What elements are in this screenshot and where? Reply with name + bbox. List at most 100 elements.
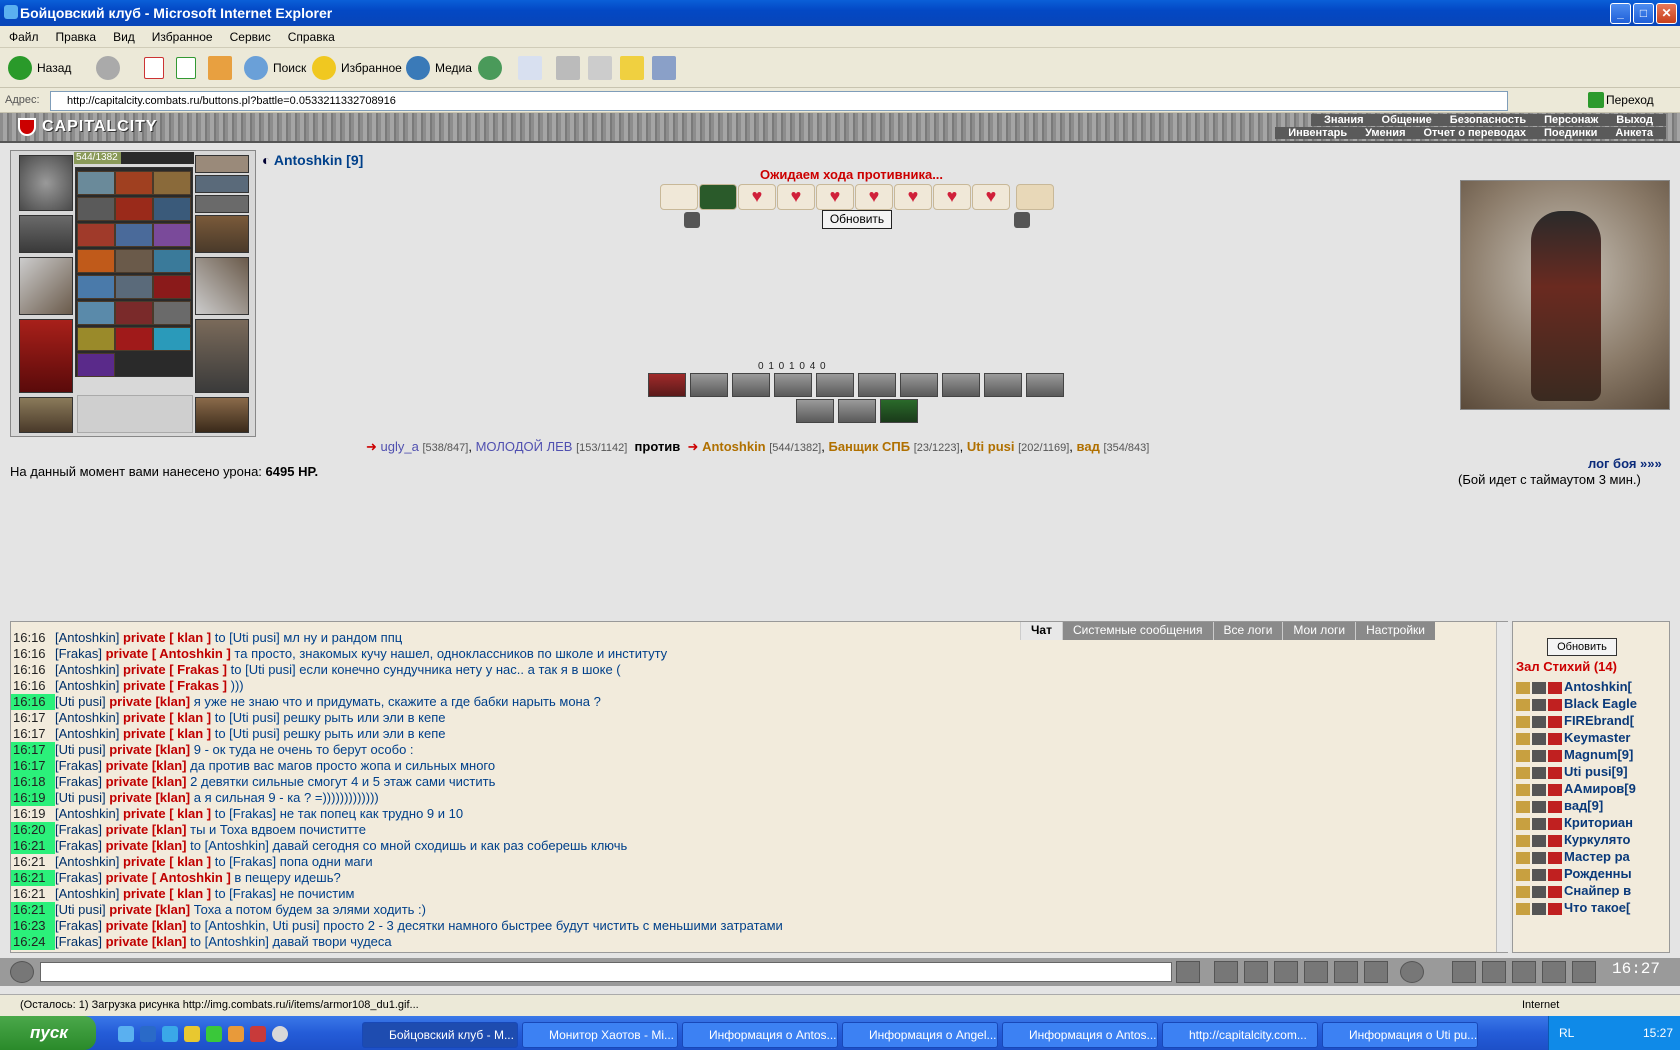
ability-button[interactable] xyxy=(858,373,896,397)
user-row[interactable]: Криториан xyxy=(1516,815,1633,833)
chat-nick[interactable]: [Frakas] xyxy=(55,774,102,789)
fighter-name[interactable]: МОЛОДОЙ ЛЕВ xyxy=(476,439,573,454)
task-button[interactable]: Информация о Antos... xyxy=(1002,1022,1158,1048)
bracers-slot[interactable] xyxy=(19,215,73,253)
spell-slot[interactable] xyxy=(153,249,191,273)
edit-icon[interactable] xyxy=(1334,961,1358,983)
ability-button[interactable] xyxy=(690,373,728,397)
ie-quicklaunch-icon[interactable] xyxy=(118,1026,134,1042)
user-row[interactable]: Magnum[9] xyxy=(1516,747,1633,765)
spell-slot[interactable] xyxy=(153,171,191,195)
chat-scrollbar[interactable] xyxy=(1496,622,1510,952)
user-row[interactable]: Куркулято xyxy=(1516,832,1630,850)
heart-scroll-slot[interactable]: ♥ xyxy=(933,184,971,210)
chat-nick[interactable]: [Antoshkin] xyxy=(55,886,119,901)
spell-slot[interactable] xyxy=(115,197,153,221)
spell-slot[interactable] xyxy=(115,171,153,195)
chat-private-tag[interactable]: private [klan] xyxy=(106,758,187,773)
chat-private-tag[interactable]: private [klan] xyxy=(109,694,190,709)
fighter-name[interactable]: вад xyxy=(1077,439,1100,454)
menu-edit[interactable]: Правка xyxy=(47,26,105,44)
heart-scroll-slot[interactable]: ♥ xyxy=(972,184,1010,210)
chat-private-tag[interactable]: private [ Antoshkin ] xyxy=(106,646,231,661)
chat-nick[interactable]: [Antoshkin] xyxy=(55,630,119,645)
filter-icon[interactable] xyxy=(1244,961,1268,983)
spell-slot[interactable] xyxy=(153,301,191,325)
nav-knowledge[interactable]: Знания xyxy=(1315,114,1372,126)
nav-transfers[interactable]: Отчет о переводах xyxy=(1414,127,1535,139)
chat-nick[interactable]: [Antoshkin] xyxy=(55,710,119,725)
fighter-icon[interactable] xyxy=(1304,961,1328,983)
spell-slot[interactable] xyxy=(77,171,115,195)
close-button[interactable]: ✕ xyxy=(1656,3,1677,24)
heart-scroll-slot[interactable]: ♥ xyxy=(816,184,854,210)
chat-private-tag[interactable]: private [ klan ] xyxy=(123,806,211,821)
task-button[interactable]: Бойцовский клуб - M... xyxy=(362,1022,518,1048)
scroll-icon[interactable] xyxy=(1482,961,1506,983)
spell-slot[interactable] xyxy=(153,327,191,351)
menu-view[interactable]: Вид xyxy=(104,26,143,44)
nav-profile[interactable]: Анкета xyxy=(1606,127,1662,139)
sound-icon[interactable] xyxy=(1364,961,1388,983)
chat-private-tag[interactable]: private [ klan ] xyxy=(123,854,211,869)
app-quicklaunch-icon[interactable] xyxy=(272,1026,288,1042)
task-button[interactable]: Монитор Хаотов - Mi... xyxy=(522,1022,678,1048)
chat-nick[interactable]: [Uti pusi] xyxy=(55,742,106,757)
ability-button[interactable] xyxy=(838,399,876,423)
tab-chat[interactable]: Чат xyxy=(1020,622,1062,640)
menu-file[interactable]: Файл xyxy=(0,26,47,44)
chat-nick[interactable]: [Antoshkin] xyxy=(55,662,119,677)
weapon-right-slot[interactable] xyxy=(195,257,249,315)
minimize-button[interactable]: _ xyxy=(1610,3,1631,24)
chat-nick[interactable]: [Antoshkin] xyxy=(55,678,119,693)
nav-security[interactable]: Безопасность xyxy=(1441,114,1535,126)
media-quicklaunch-icon[interactable] xyxy=(162,1026,178,1042)
task-button[interactable]: Информация о Uti pu... xyxy=(1322,1022,1478,1048)
save-icon[interactable] xyxy=(1274,961,1298,983)
smiley-icon[interactable] xyxy=(1400,961,1424,983)
chat-nick[interactable]: [Frakas] xyxy=(55,758,102,773)
ability-button[interactable] xyxy=(942,373,980,397)
chat-nick[interactable]: [Antoshkin] xyxy=(55,806,119,821)
bag-icon[interactable] xyxy=(1452,961,1476,983)
chat-nick[interactable]: [Frakas] xyxy=(55,838,102,853)
spell-slot[interactable] xyxy=(115,249,153,273)
user-row[interactable]: Что такое[ xyxy=(1516,900,1630,918)
chat-input[interactable] xyxy=(40,962,1172,982)
nav-duels[interactable]: Поединки xyxy=(1535,127,1606,139)
rings-slot[interactable] xyxy=(195,195,249,213)
spell-slot[interactable] xyxy=(115,301,153,325)
app-quicklaunch-icon[interactable] xyxy=(184,1026,200,1042)
ability-button[interactable] xyxy=(880,399,918,423)
refresh-battle-button[interactable]: Обновить xyxy=(822,210,892,229)
user-row[interactable]: FIREbrand[ xyxy=(1516,713,1634,731)
flag-icon[interactable] xyxy=(1542,961,1566,983)
chat-private-tag[interactable]: private [klan] xyxy=(106,822,187,837)
chat-nick[interactable]: [Uti pusi] xyxy=(55,790,106,805)
app-quicklaunch-icon[interactable] xyxy=(228,1026,244,1042)
tab-all-logs[interactable]: Все логи xyxy=(1212,622,1283,640)
chat-private-tag[interactable]: private [klan] xyxy=(106,774,187,789)
chat-private-tag[interactable]: private [ Frakas ] xyxy=(123,678,227,693)
chat-private-tag[interactable]: private [klan] xyxy=(106,838,187,853)
refresh-button[interactable] xyxy=(176,54,201,82)
lock-icon[interactable] xyxy=(1512,961,1536,983)
chat-nick[interactable]: [Uti pusi] xyxy=(55,902,106,917)
chat-nick[interactable]: [Frakas] xyxy=(55,870,102,885)
history-button[interactable] xyxy=(478,54,507,82)
user-row[interactable]: вад[9] xyxy=(1516,798,1603,816)
user-row[interactable]: Keymaster xyxy=(1516,730,1631,748)
tab-system-messages[interactable]: Системные сообщения xyxy=(1061,622,1213,640)
chat-private-tag[interactable]: private [klan] xyxy=(109,742,190,757)
app-quicklaunch-icon[interactable] xyxy=(250,1026,266,1042)
spell-slot[interactable] xyxy=(115,327,153,351)
chat-nick[interactable]: [Frakas] xyxy=(55,934,102,949)
spell-slot[interactable] xyxy=(77,353,115,377)
back-button[interactable]: Назад xyxy=(8,54,71,82)
chat-private-tag[interactable]: private [ Frakas ] xyxy=(123,662,227,677)
start-button[interactable]: пуск xyxy=(0,1016,96,1050)
spell-slot[interactable] xyxy=(77,275,115,299)
clear-icon[interactable] xyxy=(1214,961,1238,983)
language-indicator[interactable]: RL xyxy=(1559,1026,1574,1040)
user-row[interactable]: Uti pusi[9] xyxy=(1516,764,1628,782)
